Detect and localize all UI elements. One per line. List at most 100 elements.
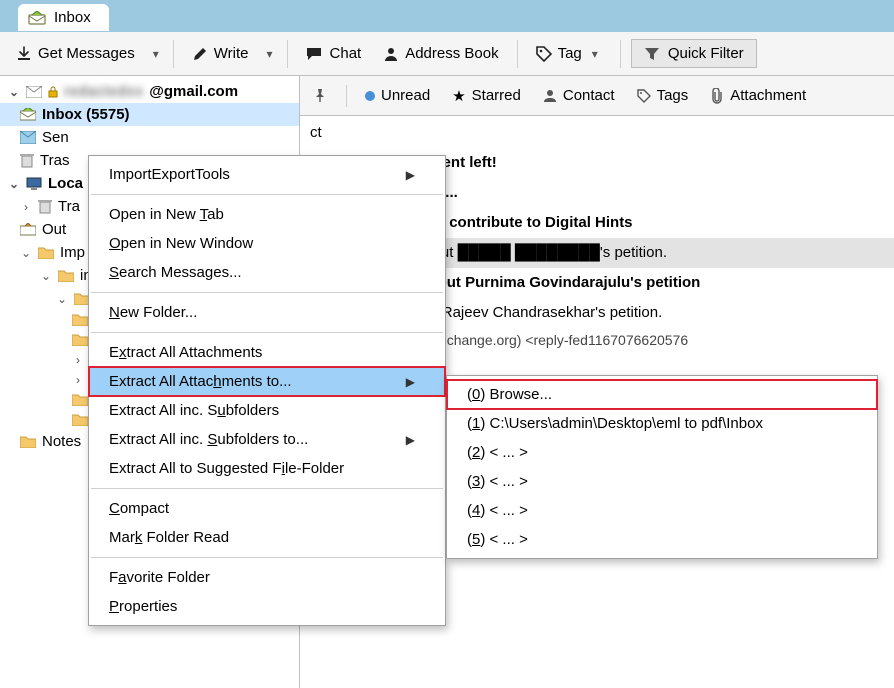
message-row[interactable]: ct xyxy=(300,118,894,148)
submenu-item[interactable]: (0) Browse... xyxy=(447,380,877,409)
submenu-item[interactable]: (4) < ... > xyxy=(447,496,877,525)
write-label: Write xyxy=(214,45,249,62)
submenu-item[interactable]: (5) < ... > xyxy=(447,525,877,554)
menu-item[interactable]: Extract All inc. Subfolders xyxy=(89,396,445,425)
menu-item[interactable]: New Folder... xyxy=(89,298,445,327)
menu-item[interactable]: Open in New Tab xyxy=(89,200,445,229)
folder-icon xyxy=(72,313,88,327)
quick-filter-bar: Unread ★Starred Contact Tags Attachment xyxy=(300,76,894,116)
separator xyxy=(517,40,518,68)
menu-item-label: Open in New Window xyxy=(109,235,253,252)
submenu-item-label: (2) < ... > xyxy=(467,444,528,461)
folder-icon xyxy=(72,393,88,407)
submenu-item[interactable]: (1) C:\Users\admin\Desktop\eml to pdf\In… xyxy=(447,409,877,438)
lock-icon xyxy=(48,86,58,98)
menu-item-label: Open in New Tab xyxy=(109,206,224,223)
account-suffix: @gmail.com xyxy=(149,83,238,100)
twisty-icon[interactable]: ⌄ xyxy=(56,292,68,306)
extract-attachments-submenu[interactable]: (0) Browse... (1) C:\Users\admin\Desktop\… xyxy=(446,375,878,559)
inbox-icon xyxy=(20,108,36,121)
inbox-count: (5575) xyxy=(86,106,129,123)
submenu-item[interactable]: (2) < ... > xyxy=(447,438,877,467)
folder-inbox[interactable]: Inbox (5575) xyxy=(0,103,299,126)
computer-icon xyxy=(26,177,42,191)
tab-inbox[interactable]: Inbox xyxy=(18,4,109,31)
menu-item[interactable]: ImportExportTools▶ xyxy=(89,160,445,189)
menu-item[interactable]: Mark Folder Read xyxy=(89,523,445,552)
twisty-icon[interactable]: ⌄ xyxy=(40,269,52,283)
address-book-label: Address Book xyxy=(405,45,498,62)
tag-button[interactable]: Tag ▾ xyxy=(528,39,610,69)
menu-item-label: Search Messages... xyxy=(109,264,242,281)
submenu-item[interactable]: (3) < ... > xyxy=(447,467,877,496)
menu-divider xyxy=(91,194,443,195)
menu-item[interactable]: Extract All inc. Subfolders to... ▶ xyxy=(89,425,445,454)
contact-label: Contact xyxy=(563,87,615,104)
filter-attachment[interactable]: Attachment xyxy=(706,83,810,108)
folder-sent[interactable]: Sen xyxy=(0,126,299,149)
folder-icon xyxy=(58,269,74,283)
menu-item[interactable]: Extract All to Suggested File-Folder xyxy=(89,454,445,483)
get-messages-label: Get Messages xyxy=(38,45,135,62)
folder-context-menu[interactable]: ImportExportTools▶Open in New TabOpen in… xyxy=(88,155,446,626)
funnel-icon xyxy=(644,46,660,62)
write-dropdown[interactable]: ▾ xyxy=(262,43,276,65)
twisty-icon[interactable]: › xyxy=(72,373,84,387)
write-button[interactable]: Write xyxy=(184,41,257,66)
tag-icon xyxy=(536,46,552,62)
menu-item-label: Properties xyxy=(109,598,177,615)
menu-item-label: Mark Folder Read xyxy=(109,529,229,546)
quick-filter-button[interactable]: Quick Filter xyxy=(631,39,757,68)
address-book-button[interactable]: Address Book xyxy=(375,41,506,66)
main-toolbar: Get Messages ▾ Write ▾ Chat Address Book… xyxy=(0,32,894,76)
menu-item[interactable]: Extract All Attachments xyxy=(89,338,445,367)
submenu-item-label: (1) C:\Users\admin\Desktop\eml to pdf\In… xyxy=(467,415,763,432)
menu-item-label: ImportExportTools xyxy=(109,166,230,183)
menu-item[interactable]: Extract All Attachments to...▶ xyxy=(89,367,445,396)
separator xyxy=(173,40,174,68)
get-messages-button[interactable]: Get Messages xyxy=(8,41,143,66)
menu-item-label: Extract All Attachments xyxy=(109,344,262,361)
outbox-icon xyxy=(20,223,36,236)
folder-icon xyxy=(38,246,54,260)
twisty-icon[interactable]: ⌄ xyxy=(20,246,32,260)
chat-button[interactable]: Chat xyxy=(298,41,370,66)
folder-icon xyxy=(20,435,36,449)
folder-icon xyxy=(72,333,88,347)
menu-item[interactable]: Open in New Window xyxy=(89,229,445,258)
filter-unread[interactable]: Unread xyxy=(361,83,434,108)
account-node[interactable]: ⌄ redactedxx @gmail.com xyxy=(0,80,299,103)
menu-item-label: Extract All inc. Subfolders to... xyxy=(109,431,308,448)
person-icon xyxy=(543,89,557,103)
twisty-icon[interactable]: › xyxy=(20,200,32,214)
tag-dropdown-arrow: ▾ xyxy=(588,43,602,65)
menu-item[interactable]: Search Messages... xyxy=(89,258,445,287)
local-folders-label: Loca xyxy=(48,175,83,192)
menu-item[interactable]: Compact xyxy=(89,494,445,523)
person-icon xyxy=(383,46,399,62)
starred-label: Starred xyxy=(472,87,521,104)
filter-tags[interactable]: Tags xyxy=(633,83,693,108)
menu-divider xyxy=(91,292,443,293)
menu-item-label: Extract All Attachments to... xyxy=(109,373,292,390)
inbox-label: Inbox xyxy=(42,106,82,123)
twisty-icon[interactable]: ⌄ xyxy=(8,177,20,191)
account-name-redacted: redactedxx xyxy=(64,83,143,100)
menu-item[interactable]: Properties xyxy=(89,592,445,621)
pin-button[interactable] xyxy=(308,84,332,108)
chat-icon xyxy=(306,46,324,62)
menu-item-label: Extract All inc. Subfolders xyxy=(109,402,279,419)
menu-item[interactable]: Favorite Folder xyxy=(89,563,445,592)
filter-starred[interactable]: ★Starred xyxy=(448,83,525,109)
submenu-arrow-icon: ▶ xyxy=(406,433,415,447)
chat-label: Chat xyxy=(330,45,362,62)
twisty-icon[interactable]: ⌄ xyxy=(8,85,20,99)
filter-contact[interactable]: Contact xyxy=(539,83,619,108)
menu-divider xyxy=(91,332,443,333)
get-messages-dropdown[interactable]: ▾ xyxy=(149,43,163,65)
separator xyxy=(287,40,288,68)
trash-label: Tras xyxy=(40,152,69,169)
unread-label: Unread xyxy=(381,87,430,104)
twisty-icon[interactable]: › xyxy=(72,353,84,367)
submenu-item-label: (4) < ... > xyxy=(467,502,528,519)
